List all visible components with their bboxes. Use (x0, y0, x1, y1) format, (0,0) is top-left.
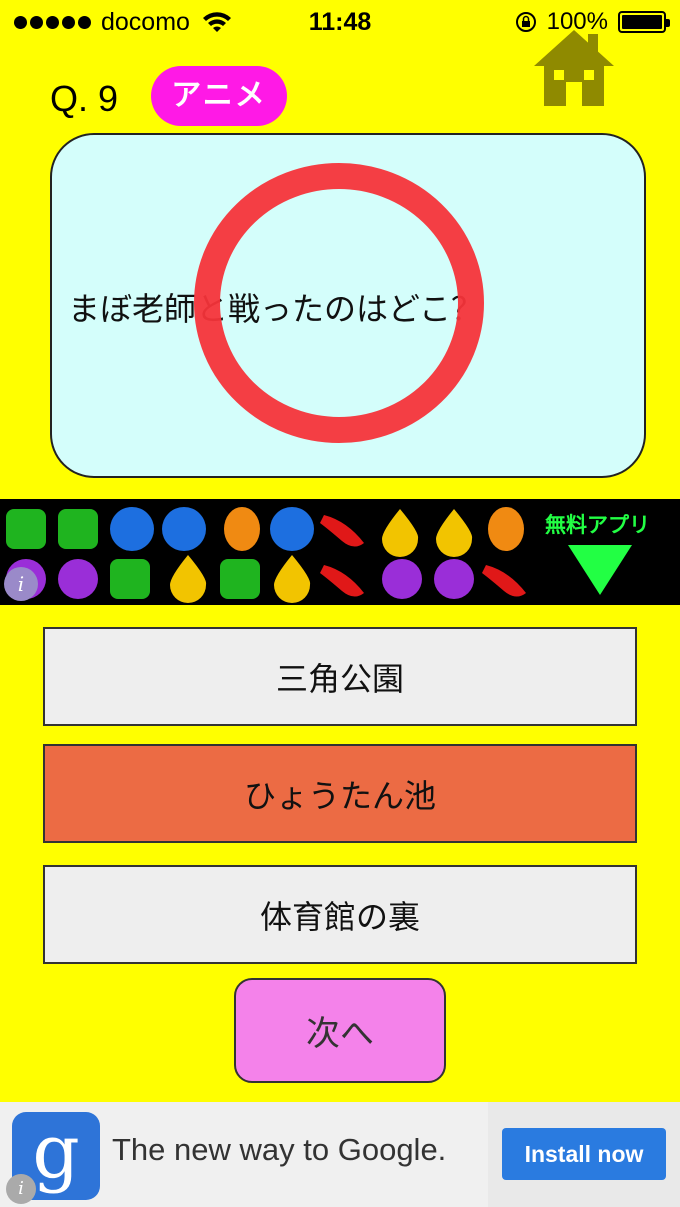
ad-banner-top[interactable]: 無料アプリ i (0, 499, 680, 605)
candy-grid-image (6, 507, 526, 603)
choice-button[interactable]: 三角公園 (43, 627, 637, 726)
install-now-button[interactable]: Install now (502, 1128, 666, 1180)
choice-button-selected[interactable]: ひょうたん池 (43, 744, 637, 843)
question-number: Q. 9 (50, 78, 119, 119)
next-button[interactable]: 次へ (234, 978, 446, 1083)
home-icon[interactable] (532, 26, 616, 110)
ad-info-icon[interactable]: i (6, 1174, 36, 1204)
free-apps-label: 無料アプリ (545, 513, 650, 537)
category-badge: アニメ (151, 66, 287, 126)
battery-fill (622, 15, 662, 29)
ad-info-icon[interactable]: i (4, 567, 38, 601)
choice-button[interactable]: 体育館の裏 (43, 865, 637, 964)
ad-banner-bottom[interactable]: g The new way to Google. Install now i (0, 1102, 680, 1207)
down-arrow-icon (568, 545, 632, 595)
ad-headline: The new way to Google. (112, 1132, 447, 1167)
correct-mark-icon (194, 163, 484, 443)
battery-icon (618, 11, 670, 33)
